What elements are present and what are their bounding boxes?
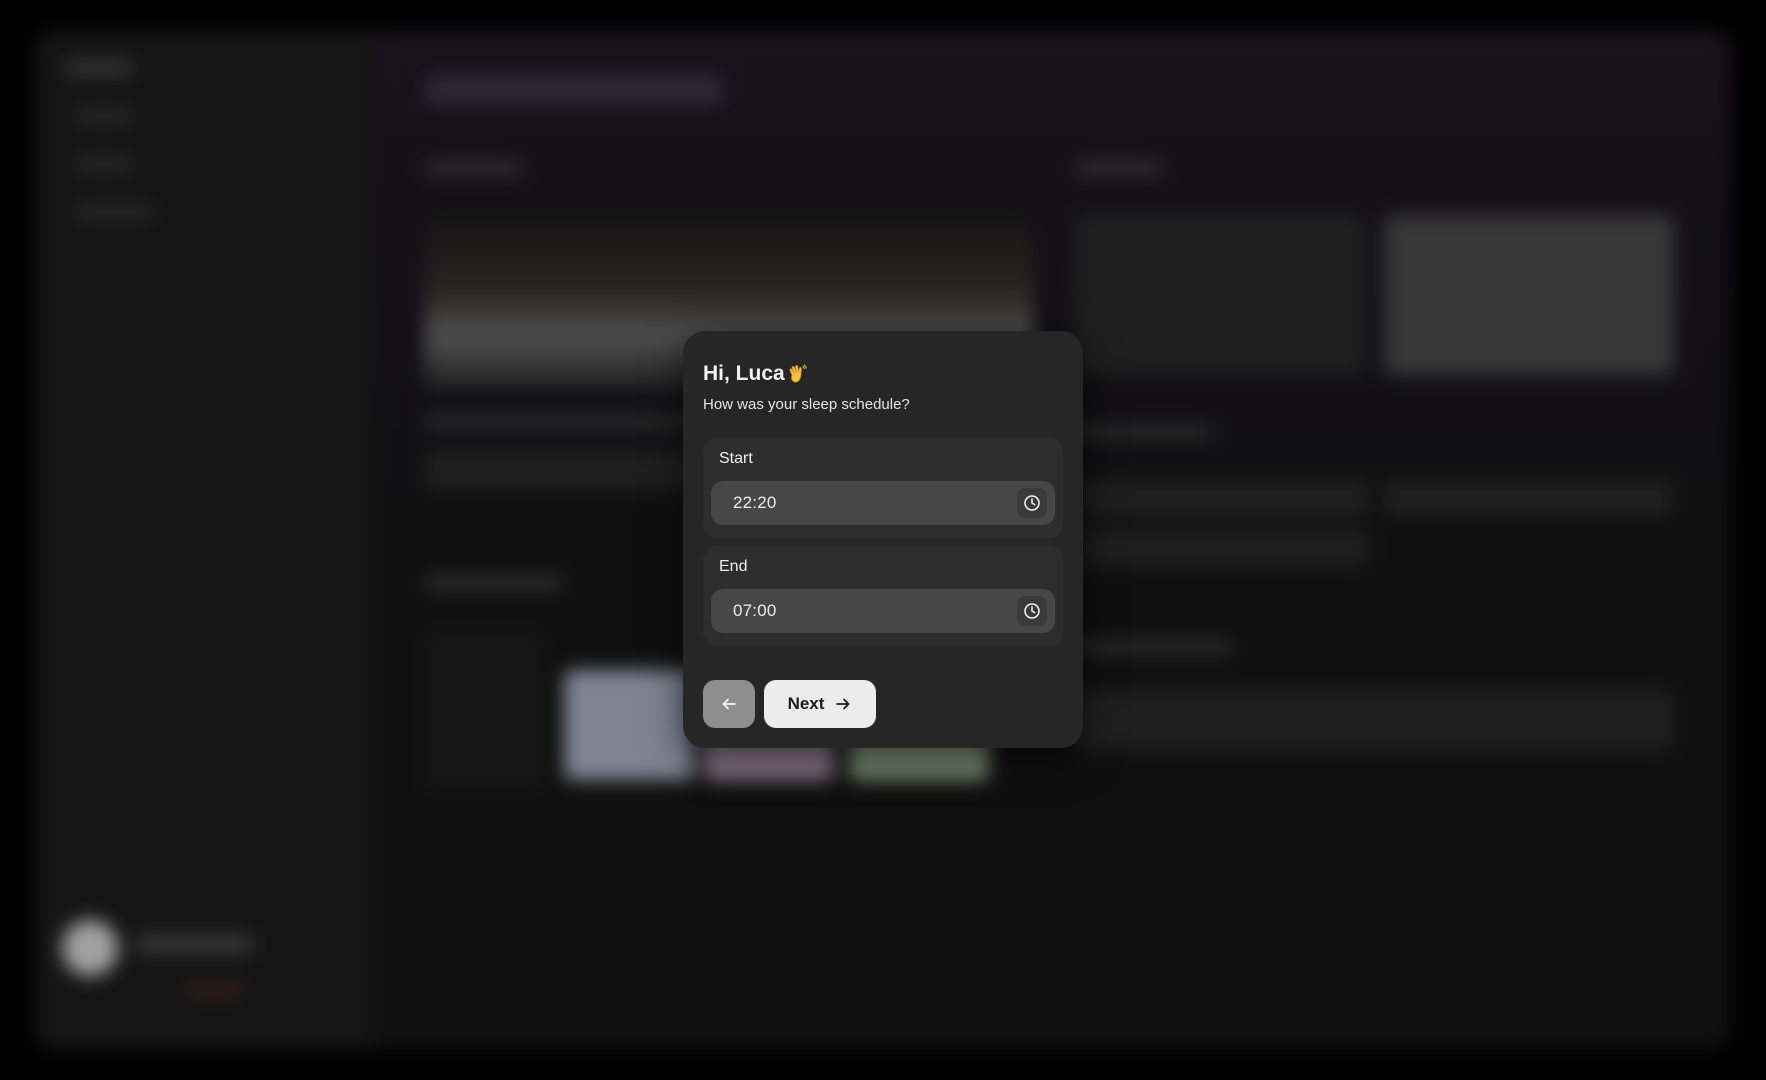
question-text: How was your sleep schedule?: [703, 396, 910, 413]
start-time-input[interactable]: 22:20: [711, 481, 1055, 525]
start-time-picker-button[interactable]: [1017, 488, 1047, 518]
next-button[interactable]: Next: [764, 680, 876, 728]
end-time-input[interactable]: 07:00: [711, 589, 1055, 633]
sleep-schedule-dialog: Hi, Luca How was your sleep schedule? St…: [683, 331, 1083, 748]
waving-hand-icon: [786, 363, 808, 385]
start-time-card: Start 22:20: [703, 438, 1063, 538]
clock-icon: [1024, 495, 1040, 511]
arrow-right-icon: [836, 698, 850, 710]
end-time-value: 07:00: [733, 601, 777, 620]
end-time-picker-button[interactable]: [1017, 596, 1047, 626]
greeting-heading: Hi, Luca: [703, 361, 1063, 387]
end-time-label: End: [719, 558, 748, 575]
dialog-actions: Next: [703, 680, 876, 728]
arrow-left-icon: [722, 698, 736, 710]
start-time-value: 22:20: [733, 493, 777, 512]
start-time-label: Start: [719, 450, 753, 467]
clock-icon: [1024, 603, 1040, 619]
back-button[interactable]: [703, 680, 755, 728]
next-button-label: Next: [787, 694, 825, 713]
end-time-card: End 07:00: [703, 546, 1063, 646]
screen: Hi, Luca How was your sleep schedule? St…: [0, 0, 1766, 1080]
greeting-text: Hi, Luca: [703, 362, 785, 385]
